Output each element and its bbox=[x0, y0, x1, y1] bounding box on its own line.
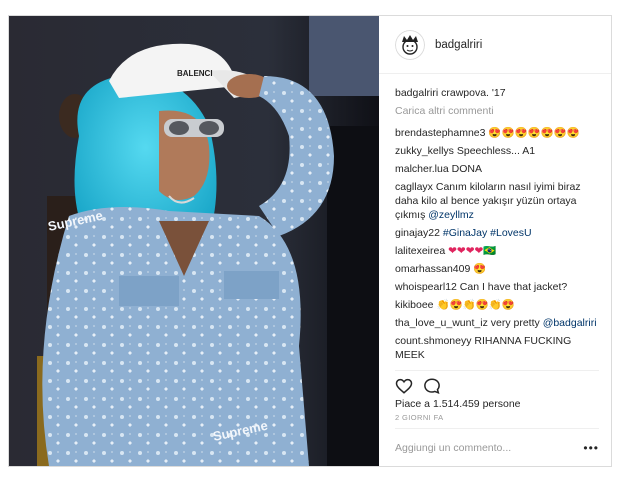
post-photo[interactable]: BALENCI Supreme Supreme bbox=[9, 16, 379, 466]
comment-username[interactable]: count.shmoneyy bbox=[395, 335, 471, 347]
post-timestamp: 2 GIORNI FA bbox=[395, 413, 444, 422]
add-comment-bar: Aggiungi un commento... ••• bbox=[395, 428, 599, 466]
comment-item: tha_love_u_wunt_iz very pretty @badgalri… bbox=[395, 316, 599, 330]
comment-item: whoispearl12 Can I have that jacket? bbox=[395, 280, 599, 294]
comment-username[interactable]: lalitexeirea bbox=[395, 245, 445, 257]
comment-hashtag-link[interactable]: #GinaJay #LovesU bbox=[443, 227, 532, 239]
comment-username[interactable]: kikiboee bbox=[395, 299, 434, 311]
comment-item: kikiboee 👏😍👏😍👏😍 bbox=[395, 298, 599, 312]
likes-count[interactable]: Piace a 1.514.459 persone bbox=[379, 398, 611, 410]
comment-text: Can I have that jacket? bbox=[459, 281, 568, 293]
comment-text: DONA bbox=[451, 163, 482, 175]
comment-mention-link[interactable]: @badgalriri bbox=[543, 317, 597, 329]
comments-list: badgalriri crawpova. '17 Carica altri co… bbox=[379, 74, 611, 370]
post-caption: badgalriri crawpova. '17 bbox=[395, 87, 506, 99]
post-username[interactable]: badgalriri bbox=[435, 39, 482, 51]
post-image: BALENCI Supreme Supreme bbox=[9, 16, 379, 466]
comment-bubble-icon[interactable] bbox=[423, 377, 441, 395]
post-actions bbox=[395, 370, 599, 400]
post-header: badgalriri bbox=[379, 16, 611, 74]
comment-text: 😍 bbox=[473, 263, 487, 275]
comment-text: Speechless... A1 bbox=[456, 145, 536, 157]
post-side-panel: badgalriri badgalriri crawpova. '17 Cari… bbox=[379, 16, 611, 466]
comment-item: malcher.lua DONA bbox=[395, 162, 599, 176]
load-more-comments-link[interactable]: Carica altri commenti bbox=[395, 104, 599, 118]
heart-icon[interactable] bbox=[395, 377, 413, 395]
comment-text: 😍😍😍😍😍😍😍 bbox=[488, 127, 580, 139]
comment-item: lalitexeirea ❤❤❤❤🇧🇷 bbox=[395, 244, 599, 258]
comment-item: cagllayx Canım kiloların nasıl iyimi bir… bbox=[395, 180, 599, 222]
comment-username[interactable]: zukky_kellys bbox=[395, 145, 454, 157]
avatar-icon[interactable] bbox=[395, 29, 425, 60]
comment-username[interactable]: omarhassan409 bbox=[395, 263, 470, 275]
comment-item: ginajay22 #GinaJay #LovesU bbox=[395, 226, 599, 240]
more-options-icon[interactable]: ••• bbox=[583, 441, 599, 455]
comment-username[interactable]: brendastephamne3 bbox=[395, 127, 486, 139]
comment-item: zukky_kellys Speechless... A1 bbox=[395, 144, 599, 158]
comment-item: brendastephamne3 😍😍😍😍😍😍😍 bbox=[395, 126, 599, 140]
add-comment-input[interactable]: Aggiungi un commento... bbox=[395, 442, 511, 454]
comment-text: ❤❤❤❤🇧🇷 bbox=[448, 245, 497, 257]
comment-item: omarhassan409 😍 bbox=[395, 262, 599, 276]
comment-username[interactable]: ginajay22 bbox=[395, 227, 440, 239]
instagram-post: BALENCI Supreme Supreme badgalriri badga… bbox=[8, 15, 612, 467]
comment-text: very pretty bbox=[490, 317, 540, 329]
comment-text: 👏😍👏😍👏😍 bbox=[436, 299, 515, 311]
comment-username[interactable]: whoispearl12 bbox=[395, 281, 457, 293]
comment-item: count.shmoneyy RIHANNA FUCKING MEEK bbox=[395, 334, 599, 362]
hat-logo-text: BALENCI bbox=[177, 69, 213, 78]
comment-username[interactable]: cagllayx bbox=[395, 181, 433, 193]
comment-mention-link[interactable]: @zeyllmz bbox=[428, 209, 474, 221]
comment-username[interactable]: tha_love_u_wunt_iz bbox=[395, 317, 488, 329]
comment-username[interactable]: malcher.lua bbox=[395, 163, 449, 175]
